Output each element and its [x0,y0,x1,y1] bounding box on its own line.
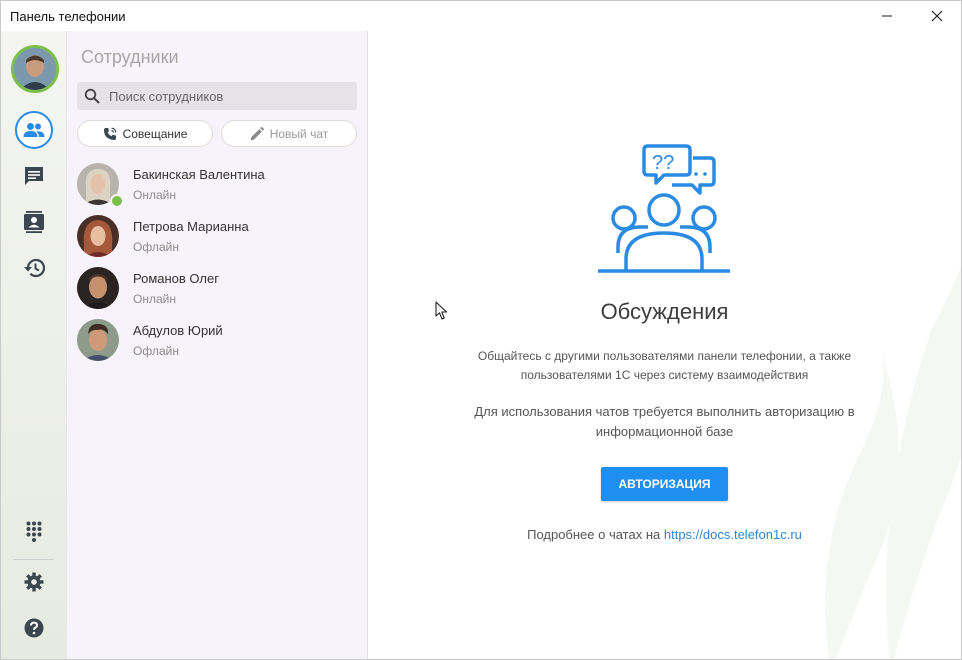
contact-card-icon [24,211,44,233]
discussion-description: Общайтесь с другими пользователями панел… [477,349,852,382]
employee-status: Онлайн [133,188,176,202]
phone-call-icon [103,127,116,140]
more-info-text: Подробнее о чатах на [527,527,661,542]
meeting-button[interactable]: Совещание [77,120,213,147]
search-icon [83,87,101,105]
employee-name: Романов Олег [133,271,219,286]
nav-rail [1,31,67,659]
avatar [77,267,119,309]
gear-icon [24,572,44,592]
app-window: Панель телефонии Сотрудники Поиск сотруд… [0,0,962,660]
page-title: Обсуждения [600,299,729,324]
avatar [77,215,119,257]
chat-icon [25,167,43,185]
list-item[interactable]: Петрова Марианна Офлайн [67,213,367,265]
list-item[interactable]: Романов Олег Онлайн [67,265,367,317]
nav-settings-button[interactable] [15,563,53,601]
discussions-pane: ?? Обсуждения Общайтесь с другими пользо… [368,31,961,659]
rail-divider [13,559,53,560]
search-box [77,82,357,110]
dialpad-icon [26,521,42,542]
employee-status: Офлайн [133,240,179,254]
user-avatar[interactable] [11,45,59,93]
new-chat-label: Новый чат [269,126,329,141]
window-title: Панель телефонии [10,9,126,24]
employee-name: Петрова Марианна [133,219,249,234]
title-bar: Панель телефонии [1,1,961,31]
online-status-dot [110,194,124,208]
nav-help-button[interactable] [15,609,53,647]
employee-name: Бакинская Валентина [133,167,265,182]
panel-title: Сотрудники [81,47,179,67]
pencil-icon [250,126,264,140]
meeting-label: Совещание [122,126,188,141]
list-item[interactable]: Абдулов Юрий Офлайн [67,317,367,369]
list-item[interactable]: Бакинская Валентина Онлайн [67,161,367,213]
employee-status: Офлайн [133,344,179,358]
svg-text:??: ?? [652,152,674,174]
docs-link[interactable]: https://docs.telefon1c.ru [664,527,802,542]
help-icon [24,618,44,638]
employee-name: Абдулов Юрий [133,323,223,338]
nav-address-book-button[interactable] [15,203,53,241]
contacts-panel: Сотрудники Совещание Новый чат [67,31,368,659]
authorize-button[interactable]: АВТОРИЗАЦИЯ [601,467,728,501]
history-icon [24,258,45,278]
nav-chats-button[interactable] [15,157,53,195]
employee-status: Онлайн [133,292,176,306]
search-input[interactable] [107,87,351,105]
mouse-cursor-icon [435,301,448,320]
auth-note: Для использования чатов требуется выполн… [474,404,855,439]
user-photo-icon [14,48,56,90]
minimize-icon [882,15,892,17]
discussion-group-icon: ?? [598,144,730,273]
nav-contacts-button[interactable] [15,111,53,149]
close-icon [931,10,943,22]
nav-dialpad-button[interactable] [15,513,53,551]
nav-history-button[interactable] [15,249,53,287]
avatar [77,319,119,361]
people-icon [23,123,45,137]
minimize-button[interactable] [864,1,910,31]
close-button[interactable] [914,1,960,31]
new-chat-button[interactable]: Новый чат [221,120,357,147]
more-info: Подробнее о чатах на https://docs.telefo… [368,527,961,542]
